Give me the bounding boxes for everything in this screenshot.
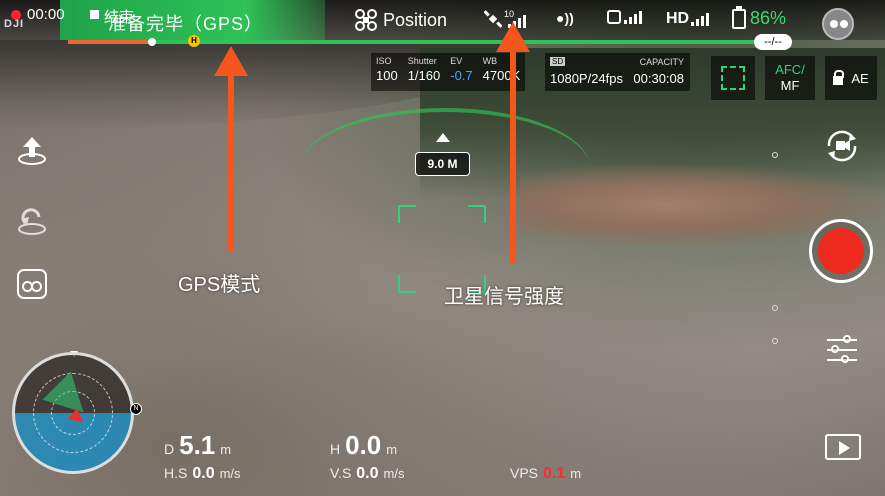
vps-unit: m: [570, 466, 582, 481]
height-value: 0.0: [345, 430, 382, 460]
hs-unit: m/s: [219, 466, 241, 481]
iso-setting[interactable]: ISO 100: [371, 53, 403, 91]
sliders-icon: [827, 335, 857, 365]
return-home-button[interactable]: [14, 202, 50, 238]
current-position-marker: [148, 38, 156, 46]
remote-controller-button[interactable]: [14, 266, 50, 302]
drone-icon: [355, 9, 377, 31]
vs-value: 0.0: [356, 465, 379, 482]
capacity-label: CAPACITY: [639, 57, 684, 67]
ev-value: -0.7: [450, 68, 473, 83]
distance-telemetry: D 5.1 m: [164, 430, 231, 461]
camera-switch-icon: [827, 130, 857, 162]
distance-label: D: [164, 441, 175, 457]
flight-mode[interactable]: Position: [355, 9, 447, 31]
north-indicator: N: [130, 403, 142, 415]
vps-telemetry: VPS 0.1 m: [510, 465, 581, 483]
satellite-strength-annotation: 卫星信号强度: [444, 286, 564, 308]
video-link-status[interactable]: HD: [666, 10, 710, 28]
distance-unit: m: [220, 442, 232, 457]
return-home-icon: [18, 208, 46, 235]
vps-value: 0.1: [543, 465, 566, 482]
iso-value: 100: [376, 68, 398, 83]
ae-label: AE: [851, 70, 869, 86]
rc-signal-icon[interactable]: ●)): [556, 10, 574, 26]
low-battery-segment: [68, 40, 148, 44]
afc-label: AFC/: [775, 62, 805, 77]
flight-mode-label: Position: [383, 9, 448, 30]
remote-controller-icon: [17, 269, 47, 299]
shutter-label: Shutter: [407, 56, 437, 66]
battery-status[interactable]: 86%: [732, 5, 787, 29]
record-time: 00:00: [27, 6, 65, 23]
camera-switch-button[interactable]: [820, 126, 864, 166]
capacity-value: 00:30:08: [633, 71, 684, 86]
iso-label: ISO: [376, 56, 392, 66]
gps-mode-annotation: GPS模式: [178, 274, 261, 296]
satellite-count: 10: [504, 9, 515, 19]
obstacle-distance-badge: 9.0 M: [415, 152, 470, 176]
video-signal-bars: [691, 12, 710, 26]
height-telemetry: H 0.0 m: [330, 430, 397, 461]
scroll-indicator-dot: [772, 338, 778, 344]
storage-panel[interactable]: SD CAPACITY 1080P/24fps 00:30:08: [545, 53, 690, 91]
vertical-speed-telemetry: V.S 0.0 m/s: [330, 465, 404, 483]
remaining-flight-time: --/--: [754, 34, 792, 50]
ev-label: EV: [450, 56, 463, 66]
rc-signal-bars: [624, 10, 642, 24]
record-button[interactable]: [809, 219, 873, 283]
wb-setting[interactable]: WB 4700K: [478, 53, 526, 91]
satellite-annotation-arrow: [496, 22, 530, 264]
top-status-bar: DJI 00:00 结束 准备完毕（GPS） Position 10 ●)) H…: [0, 0, 885, 40]
settings-menu-icon[interactable]: [822, 8, 854, 40]
mf-label: MF: [780, 78, 800, 93]
record-indicator-icon: [11, 10, 21, 20]
battery-timeline-bar: H: [68, 35, 768, 47]
rc-link-status[interactable]: [607, 10, 642, 24]
shutter-value: 1/160: [407, 68, 441, 83]
takeoff-button[interactable]: [14, 132, 50, 168]
ev-setting[interactable]: EV -0.7: [445, 53, 477, 91]
vs-label: V.S: [330, 465, 352, 481]
camera-settings-panel[interactable]: ISO 100 Shutter 1/160 EV -0.7 WB 4700K: [371, 53, 526, 91]
horizontal-speed-telemetry: H.S 0.0 m/s: [164, 465, 241, 483]
lock-icon: [833, 69, 845, 85]
playback-button[interactable]: [825, 434, 861, 460]
scroll-indicator-dot: [772, 152, 778, 158]
hd-label: HD: [666, 10, 690, 27]
radar-map[interactable]: [12, 352, 134, 474]
focus-mode-button[interactable]: [711, 56, 755, 100]
ae-lock-button[interactable]: AE: [825, 56, 877, 100]
camera-settings-button[interactable]: [820, 330, 864, 370]
battery-percent: 86%: [750, 8, 787, 28]
vps-label: VPS: [510, 465, 539, 481]
focus-frame-icon: [721, 66, 745, 90]
stop-icon: [90, 10, 99, 19]
takeoff-icon: [18, 137, 46, 165]
vs-unit: m/s: [383, 466, 405, 481]
resolution-value: 1080P/24fps: [550, 71, 624, 86]
afc-mf-toggle[interactable]: AFC/ MF: [765, 56, 815, 100]
shutter-setting[interactable]: Shutter 1/160: [403, 53, 446, 91]
scroll-indicator-dot: [772, 305, 778, 311]
sd-card-icon: SD: [550, 57, 566, 66]
obstacle-up-arrow-icon: [436, 133, 450, 142]
battery-icon: [732, 5, 746, 29]
gps-mode-annotation-arrow: [214, 46, 248, 252]
height-unit: m: [386, 442, 398, 457]
flight-status-text[interactable]: 准备完毕（GPS）: [108, 10, 263, 36]
hs-label: H.S: [164, 465, 188, 481]
height-label: H: [330, 441, 341, 457]
remote-controller-icon: [607, 10, 621, 24]
hs-value: 0.0: [192, 465, 215, 482]
home-return-marker: H: [188, 35, 200, 47]
distance-value: 5.1: [179, 430, 216, 460]
